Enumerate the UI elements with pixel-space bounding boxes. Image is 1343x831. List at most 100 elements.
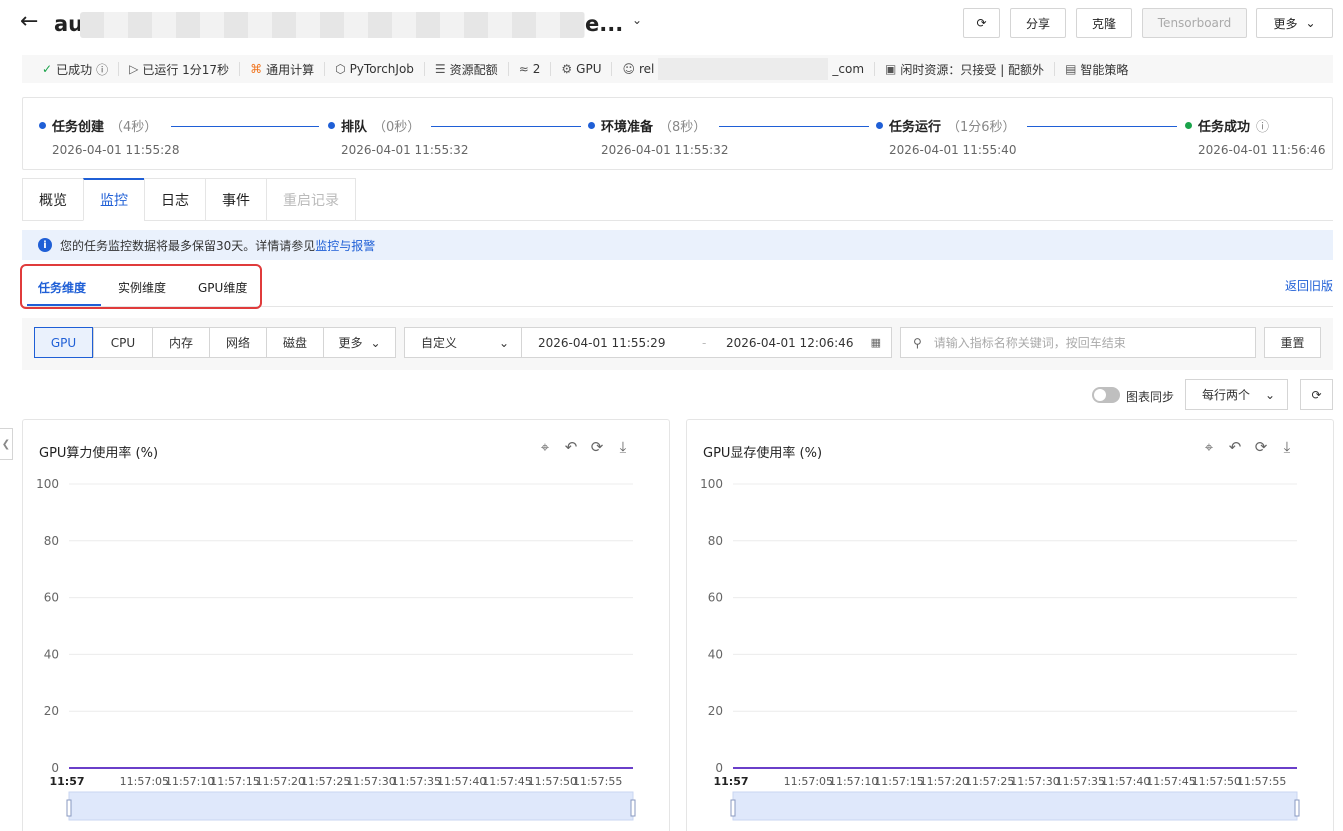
chart-plot[interactable]: 0 20 40 60 80 100 11:57 11:57:0511:57:1011:57:1… xyxy=(687,420,1335,831)
zoom-slider-handle-left xyxy=(730,799,736,817)
gpu-text: GPU xyxy=(576,62,602,76)
layout-select[interactable]: 每行两个 ⌄ xyxy=(1185,379,1288,410)
job-meta-bar: ✓ 已成功 ⓘ ▷ 已运行 1分17秒 ⌘ 通用计算 ⬡ PyTorchJob … xyxy=(22,55,1333,83)
step-duration: （8秒） xyxy=(659,120,707,135)
tab-logs[interactable]: 日志 xyxy=(144,178,205,221)
reset-button[interactable]: 重置 xyxy=(1264,327,1321,358)
chevron-down-icon: ⌄ xyxy=(1264,387,1275,402)
subtab-instance[interactable]: 实例维度 xyxy=(118,279,166,296)
search-icon: ⚲ xyxy=(913,335,922,350)
end-date[interactable]: 2026-04-01 12:06:46 xyxy=(726,336,853,350)
step-dot xyxy=(588,122,595,129)
y-tick-label: 60 xyxy=(708,591,723,605)
step-connector xyxy=(431,126,581,127)
chevron-down-icon[interactable]: ⌄ xyxy=(632,13,642,27)
tensorboard-button[interactable]: Tensorboard xyxy=(1142,8,1247,38)
meta-status: ✓ 已成功 ⓘ xyxy=(32,61,120,78)
x-tick-label: 11:57:35 xyxy=(392,775,441,788)
step-time: 2026-04-01 11:55:32 xyxy=(601,143,729,157)
idle-text: 闲时资源：只接受 | 配额外 xyxy=(900,62,1045,77)
x-tick-label: 11:57:10 xyxy=(829,775,878,788)
step-dot xyxy=(1185,122,1192,129)
x-tick-label: 11:57:45 xyxy=(1146,775,1195,788)
metric-memory[interactable]: 内存 xyxy=(152,327,209,358)
chart-sync-toggle[interactable] xyxy=(1092,387,1120,403)
step-name: 环境准备 xyxy=(601,120,654,135)
clone-button[interactable]: 克隆 xyxy=(1076,8,1132,38)
step-duration: （4秒） xyxy=(110,120,158,135)
step-running: 任务运行 （1分6秒） 2026-04-01 11:55:40 xyxy=(876,116,1016,157)
metric-search[interactable]: ⚲ 请输入指标名称关键词，按回车结束 xyxy=(900,327,1256,358)
meta-nodes: ≈ 2 xyxy=(509,62,552,76)
tab-restart-records[interactable]: 重启记录 xyxy=(266,178,356,221)
help-icon[interactable]: ⓘ xyxy=(96,61,108,78)
start-date[interactable]: 2026-04-01 11:55:29 xyxy=(538,336,665,350)
framework-text: PyTorchJob xyxy=(349,62,414,76)
calendar-icon: ▦ xyxy=(870,336,881,349)
job-title-prefix: au xyxy=(54,12,84,36)
metric-gpu[interactable]: GPU xyxy=(34,327,93,358)
strategy-text: 智能策略 xyxy=(1080,62,1129,77)
meta-strategy[interactable]: ▤ 智能策略 xyxy=(1055,62,1138,77)
step-success: 任务成功 ⓘ 2026-04-01 11:56:46 xyxy=(1185,116,1325,157)
layout-select-value: 每行两个 xyxy=(1202,388,1251,402)
metric-network[interactable]: 网络 xyxy=(209,327,266,358)
chart-plot[interactable]: 0 20 40 60 80 100 11:57 11:57:0511:57:1011:57:1… xyxy=(23,420,671,831)
step-created: 任务创建 （4秒） 2026-04-01 11:55:28 xyxy=(39,116,179,157)
date-range-picker[interactable]: 2026-04-01 11:55:29 - 2026-04-01 12:06:4… xyxy=(521,327,892,358)
step-dot xyxy=(328,122,335,129)
back-arrow-icon[interactable]: ← xyxy=(20,10,38,34)
x-tick-label: 11:57:45 xyxy=(482,775,531,788)
meta-quota[interactable]: ☰ 资源配额 xyxy=(425,62,509,77)
y-tick-label: 0 xyxy=(51,761,59,775)
step-connector xyxy=(171,126,319,127)
monitor-alert-link[interactable]: 监控与报警 xyxy=(315,239,375,253)
y-tick-label: 100 xyxy=(700,477,723,491)
zoom-slider-handle-left xyxy=(66,799,72,817)
step-connector xyxy=(719,126,869,127)
meta-idle: ▣ 闲时资源：只接受 | 配额外 xyxy=(875,62,1056,77)
subtab-gpu[interactable]: GPU维度 xyxy=(198,279,247,296)
x-tick-label: 11:57:40 xyxy=(437,775,486,788)
status-text: 已成功 xyxy=(56,62,93,77)
tab-events[interactable]: 事件 xyxy=(205,178,266,221)
tab-monitor[interactable]: 监控 xyxy=(83,178,144,221)
chart-sync-label: 图表同步 xyxy=(1126,390,1175,404)
share-button[interactable]: 分享 xyxy=(1010,8,1066,38)
step-connector xyxy=(1027,126,1177,127)
cube-icon: ⬡ xyxy=(335,62,346,76)
database-icon: ☰ xyxy=(434,62,446,76)
job-progress-steps: 任务创建 （4秒） 2026-04-01 11:55:28 排队 （0秒） 2026… xyxy=(22,97,1333,170)
x-tick-label: 11:57:10 xyxy=(165,775,214,788)
step-time: 2026-04-01 11:56:46 xyxy=(1198,143,1326,157)
step-dot xyxy=(39,122,46,129)
quota-text: 资源配额 xyxy=(449,62,498,77)
metric-cpu[interactable]: CPU xyxy=(93,327,152,358)
metric-disk[interactable]: 磁盘 xyxy=(266,327,323,358)
strategy-icon: ▤ xyxy=(1065,62,1077,76)
calendar-icon: ▣ xyxy=(885,62,897,76)
page-header: ← au e... ⌄ ⟳ 分享 克隆 Tensorboard 更多 ⌄ xyxy=(0,0,1343,48)
retention-notice: i 您的任务监控数据将最多保留30天。详情请参见监控与报警 xyxy=(22,230,1333,260)
step-name: 任务运行 xyxy=(889,120,942,135)
refresh-button[interactable]: ⟳ xyxy=(963,8,1000,38)
x-tick-label: 11:57:05 xyxy=(784,775,833,788)
subtab-underline xyxy=(27,304,101,306)
x-tick-label: 11:57:55 xyxy=(1237,775,1286,788)
y-tick-label: 20 xyxy=(44,704,59,718)
refresh-charts-button[interactable]: ⟳ xyxy=(1300,379,1333,410)
user-suffix: _com xyxy=(832,62,865,76)
more-button[interactable]: 更多 ⌄ xyxy=(1256,8,1333,38)
x-tick-label: 11:57:50 xyxy=(1192,775,1241,788)
tab-overview[interactable]: 概览 xyxy=(22,178,83,221)
collapse-chevron-icon[interactable]: ❮ xyxy=(0,428,13,460)
back-to-old-version-link[interactable]: 返回旧版 xyxy=(1285,277,1333,294)
subtab-job[interactable]: 任务维度 xyxy=(38,279,86,296)
meta-gpu: ⚙ GPU xyxy=(551,62,613,76)
x-tick-label: 11:57:55 xyxy=(573,775,622,788)
step-name: 排队 xyxy=(341,120,368,135)
help-icon[interactable]: ⓘ xyxy=(1256,116,1269,135)
metric-more[interactable]: 更多 ⌄ xyxy=(323,327,396,358)
user-redacted xyxy=(658,58,829,80)
range-select[interactable]: 自定义 ⌄ xyxy=(404,327,522,358)
